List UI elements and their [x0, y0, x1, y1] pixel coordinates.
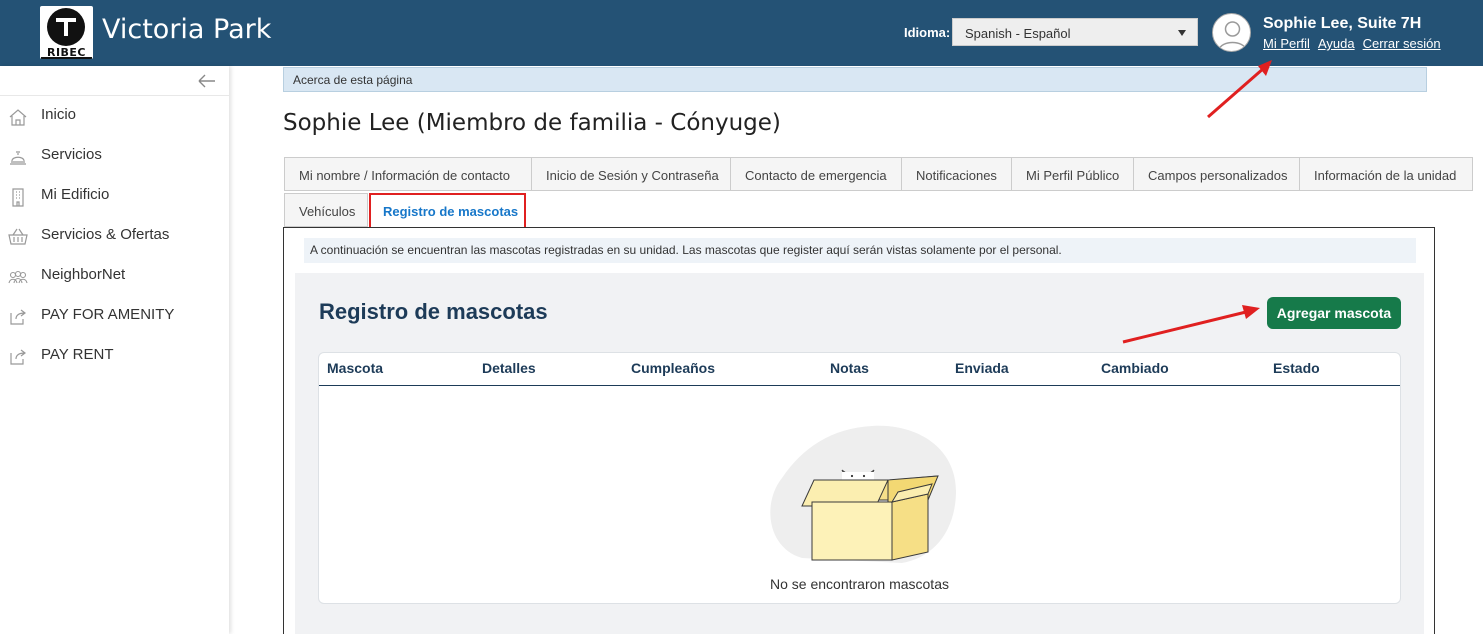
people-icon — [8, 270, 28, 284]
column-header-pet[interactable]: Mascota — [327, 360, 383, 376]
sidebar-item-label: Inicio — [41, 106, 77, 123]
tab-unit-info[interactable]: Información de la unidad — [1299, 157, 1473, 191]
table-header-divider — [319, 385, 1400, 386]
home-icon — [9, 109, 27, 126]
logo-t-icon — [56, 18, 76, 36]
language-label: Idioma: — [904, 25, 951, 40]
tab-contact-info[interactable]: Mi nombre / Información de contacto — [284, 157, 532, 191]
help-link[interactable]: Ayuda — [1318, 36, 1355, 51]
caret-down-icon — [1178, 30, 1186, 36]
empty-box-cat-illustration — [770, 425, 957, 563]
sidebar-item-neighbornet[interactable]: NeighborNet — [0, 256, 229, 296]
sidebar-item-label: PAY RENT — [41, 346, 114, 363]
user-avatar[interactable] — [1212, 13, 1251, 52]
ribec-logo[interactable]: RIBEC — [40, 6, 93, 59]
page-title: Sophie Lee (Miembro de familia - Cónyuge… — [283, 110, 781, 136]
basket-icon — [8, 228, 28, 245]
language-select[interactable]: Spanish - Español — [952, 18, 1198, 46]
empty-state-message: No se encontraron mascotas — [770, 576, 949, 592]
annotation-arrow-profile-icon — [1207, 60, 1272, 119]
logout-link[interactable]: Cerrar sesión — [1363, 36, 1441, 51]
sidebar-item-servicios[interactable]: Servicios — [0, 136, 229, 176]
pets-heading: Registro de mascotas — [319, 299, 548, 324]
sidebar-item-label: Servicios & Ofertas — [41, 226, 170, 243]
sidebar-item-pay-for-amenity[interactable]: PAY FOR AMENITY — [0, 296, 229, 336]
external-link-icon — [10, 349, 26, 365]
column-header-details[interactable]: Detalles — [482, 360, 536, 376]
tab-public-profile[interactable]: Mi Perfil Público — [1011, 157, 1134, 191]
building-icon — [12, 188, 24, 207]
sidebar-item-pay-rent[interactable]: PAY RENT — [0, 336, 229, 376]
concierge-bell-icon — [10, 151, 26, 165]
language-select-value: Spanish - Español — [965, 26, 1071, 41]
column-header-submitted[interactable]: Enviada — [955, 360, 1009, 376]
sidebar: Inicio Servicios Mi Edificio Servicios &… — [0, 66, 229, 634]
add-pet-button[interactable]: Agregar mascota — [1267, 297, 1401, 329]
my-profile-link[interactable]: Mi Perfil — [1263, 36, 1310, 51]
info-message: A continuación se encuentran las mascota… — [304, 238, 1416, 263]
tab-pet-registry[interactable]: Registro de mascotas — [369, 193, 526, 229]
column-header-birthday[interactable]: Cumpleaños — [631, 360, 715, 376]
sidebar-item-mi-edificio[interactable]: Mi Edificio — [0, 176, 229, 216]
annotation-arrow-add-icon — [1122, 305, 1260, 344]
sidebar-item-inicio[interactable]: Inicio — [0, 96, 229, 136]
tab-notifications[interactable]: Notificaciones — [901, 157, 1012, 191]
user-name: Sophie Lee, Suite 7H — [1263, 15, 1422, 32]
logo-underline — [41, 57, 92, 59]
tab-emergency-contact[interactable]: Contacto de emergencia — [730, 157, 902, 191]
column-header-status[interactable]: Estado — [1273, 360, 1320, 376]
tab-vehicles[interactable]: Vehículos — [284, 193, 368, 227]
tab-custom-fields[interactable]: Campos personalizados — [1133, 157, 1300, 191]
sidebar-item-label: Mi Edificio — [41, 186, 110, 203]
sidebar-item-label: Servicios — [41, 146, 102, 163]
app-title[interactable]: Victoria Park — [102, 14, 271, 45]
column-header-notes[interactable]: Notas — [830, 360, 869, 376]
sidebar-item-label: PAY FOR AMENITY — [41, 306, 175, 323]
user-links: Mi Perfil Ayuda Cerrar sesión — [1263, 36, 1449, 51]
external-link-icon — [10, 309, 26, 325]
arrow-left-icon[interactable] — [198, 72, 218, 92]
tab-login-password[interactable]: Inicio de Sesión y Contraseña — [531, 157, 731, 191]
user-silhouette-icon — [1218, 21, 1247, 51]
sidebar-item-servicios-ofertas[interactable]: Servicios & Ofertas — [0, 216, 229, 256]
sidebar-item-label: NeighborNet — [41, 266, 126, 283]
column-header-changed[interactable]: Cambiado — [1101, 360, 1169, 376]
